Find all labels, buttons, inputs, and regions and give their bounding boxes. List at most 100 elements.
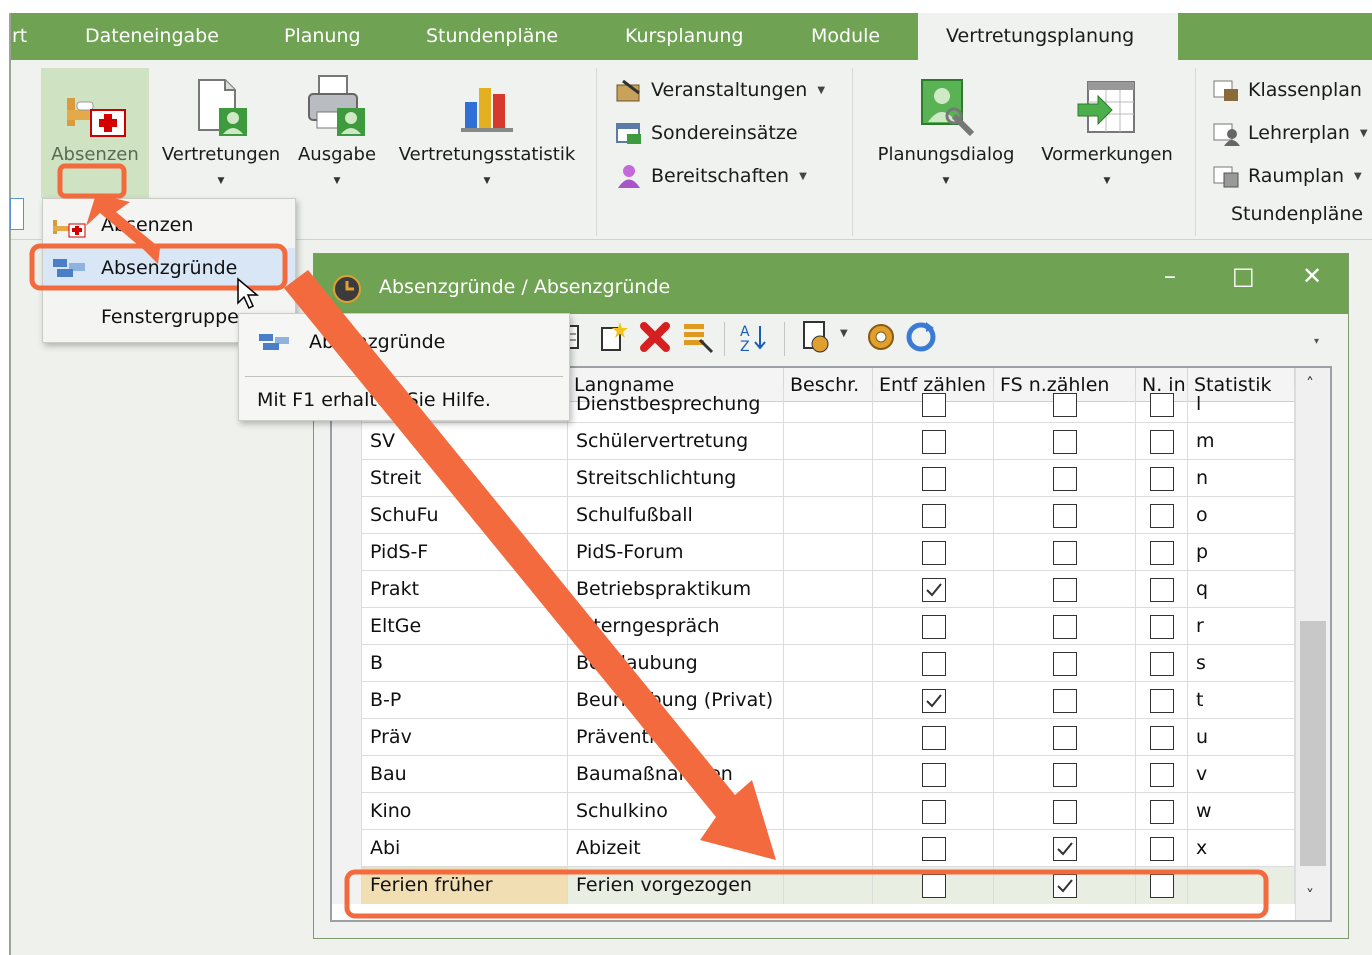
cell-kurzname[interactable]: Kino <box>362 793 568 830</box>
table-row[interactable]: SV Schülervertretung m <box>332 423 1295 460</box>
table-row[interactable]: Kino Schulkino w <box>332 793 1295 830</box>
checkbox[interactable] <box>921 578 946 602</box>
cell-beschr[interactable] <box>784 571 873 608</box>
checkbox[interactable] <box>1150 467 1174 491</box>
cell-langname[interactable]: Betriebspraktikum <box>568 571 784 608</box>
cell-statistik[interactable]: l <box>1188 386 1295 423</box>
row-header[interactable] <box>332 460 362 497</box>
checkbox[interactable] <box>921 430 946 454</box>
checkbox[interactable] <box>1053 615 1077 639</box>
checkbox[interactable] <box>921 689 946 713</box>
row-header[interactable] <box>332 423 362 460</box>
table-row[interactable]: Präv Prävention u <box>332 719 1295 756</box>
table-row[interactable]: EltGe Elterngespräch r <box>332 608 1295 645</box>
planungsdialog-button[interactable]: Planungsdialog ▼ <box>868 68 1024 198</box>
cell-kurzname[interactable]: Bau <box>362 756 568 793</box>
cell-langname[interactable]: Schulkino <box>568 793 784 830</box>
cell-langname[interactable]: Beurlaubung (Privat) <box>568 682 784 719</box>
close-button[interactable]: ✕ <box>1302 262 1322 290</box>
cell-kurzname[interactable]: SV <box>362 423 568 460</box>
cell-kurzname[interactable]: Ferien früher <box>362 867 568 904</box>
checkbox[interactable] <box>1150 615 1174 639</box>
cell-kurzname[interactable]: B <box>362 645 568 682</box>
cell-statistik[interactable]: p <box>1188 534 1295 571</box>
checkbox[interactable] <box>921 504 946 528</box>
checkbox[interactable] <box>1150 726 1174 750</box>
checkbox[interactable] <box>1053 467 1077 491</box>
cell-statistik[interactable]: o <box>1188 497 1295 534</box>
raumplan-button[interactable]: Raumplan ▼ <box>1212 161 1362 191</box>
checkbox[interactable] <box>921 726 946 750</box>
checkbox[interactable] <box>1053 874 1077 898</box>
vertretungen-button[interactable]: Vertretungen ▼ <box>157 68 285 198</box>
row-header[interactable] <box>332 756 362 793</box>
bereitschaften-button[interactable]: Bereitschaften ▼ <box>615 161 807 191</box>
checkbox[interactable] <box>1150 837 1174 861</box>
tab-vertretungsplanung[interactable]: Vertretungsplanung <box>918 13 1178 60</box>
checkbox[interactable] <box>1053 800 1077 824</box>
refresh-icon[interactable] <box>904 320 938 354</box>
row-header[interactable] <box>332 830 362 867</box>
row-header[interactable] <box>332 719 362 756</box>
cell-beschr[interactable] <box>784 460 873 497</box>
cell-statistik[interactable]: m <box>1188 423 1295 460</box>
document-settings-icon[interactable] <box>800 320 834 354</box>
cell-kurzname[interactable]: EltGe <box>362 608 568 645</box>
cell-langname[interactable]: Beurlaubung <box>568 645 784 682</box>
cell-beschr[interactable] <box>784 423 873 460</box>
cell-beschr[interactable] <box>784 793 873 830</box>
cell-kurzname[interactable]: Präv <box>362 719 568 756</box>
row-header[interactable] <box>332 571 362 608</box>
row-header[interactable] <box>332 867 362 904</box>
cell-statistik[interactable]: s <box>1188 645 1295 682</box>
checkbox[interactable] <box>921 800 946 824</box>
cell-beschr[interactable] <box>784 497 873 534</box>
checkbox[interactable] <box>921 874 946 898</box>
sondereinsaetze-button[interactable]: Sondereinsätze <box>615 118 798 148</box>
new-document-icon[interactable] <box>598 320 628 352</box>
checkbox[interactable] <box>1150 652 1174 676</box>
tab-planung[interactable]: Planung <box>284 13 361 60</box>
cell-langname[interactable]: Schulfußball <box>568 497 784 534</box>
toolbar-overflow-icon[interactable]: ▾ <box>1314 336 1319 347</box>
checkbox[interactable] <box>921 541 946 565</box>
tab-kursplanung[interactable]: Kursplanung <box>625 13 743 60</box>
checkbox[interactable] <box>921 393 946 417</box>
checkbox[interactable] <box>1053 763 1077 787</box>
table-row[interactable]: B-P Beurlaubung (Privat) t <box>332 682 1295 719</box>
vertretungsstatistik-button[interactable]: Vertretungsstatistik ▼ <box>389 68 585 198</box>
cell-langname[interactable]: Streitschlichtung <box>568 460 784 497</box>
checkbox[interactable] <box>1053 541 1077 565</box>
row-header[interactable] <box>332 682 362 719</box>
checkbox[interactable] <box>1150 874 1174 898</box>
menu-item-absenzen[interactable]: Absenzen <box>43 205 295 245</box>
checkbox[interactable] <box>1053 689 1077 713</box>
table-row[interactable]: Prakt Betriebspraktikum q <box>332 571 1295 608</box>
row-header[interactable] <box>332 497 362 534</box>
list-sort-icon[interactable] <box>680 320 714 354</box>
tab-module[interactable]: Module <box>811 13 880 60</box>
checkbox[interactable] <box>1053 393 1077 417</box>
row-header[interactable] <box>332 645 362 682</box>
cell-kurzname[interactable]: B-P <box>362 682 568 719</box>
cell-statistik[interactable]: v <box>1188 756 1295 793</box>
gear-icon[interactable] <box>864 320 898 354</box>
checkbox[interactable] <box>921 467 946 491</box>
cell-statistik[interactable]: u <box>1188 719 1295 756</box>
cell-beschr[interactable] <box>784 867 873 904</box>
cell-kurzname[interactable]: PidS-F <box>362 534 568 571</box>
vormerkungen-button[interactable]: Vormerkungen ▼ <box>1032 68 1182 198</box>
side-input-stub[interactable] <box>10 198 24 230</box>
veranstaltungen-button[interactable]: Veranstaltungen ▼ <box>615 75 825 105</box>
row-header[interactable] <box>332 534 362 571</box>
table-row[interactable]: SchuFu Schulfußball o <box>332 497 1295 534</box>
table-row[interactable]: Streit Streitschlichtung n <box>332 460 1295 497</box>
table-row[interactable]: Abi Abizeit x <box>332 830 1295 867</box>
checkbox[interactable] <box>921 615 946 639</box>
cell-kurzname[interactable]: Abi <box>362 830 568 867</box>
cell-langname[interactable]: Ferien vorgezogen <box>568 867 784 904</box>
cell-langname[interactable]: Dienstbesprechung <box>568 386 784 423</box>
checkbox[interactable] <box>1053 652 1077 676</box>
cell-statistik[interactable]: r <box>1188 608 1295 645</box>
checkbox[interactable] <box>1053 726 1077 750</box>
